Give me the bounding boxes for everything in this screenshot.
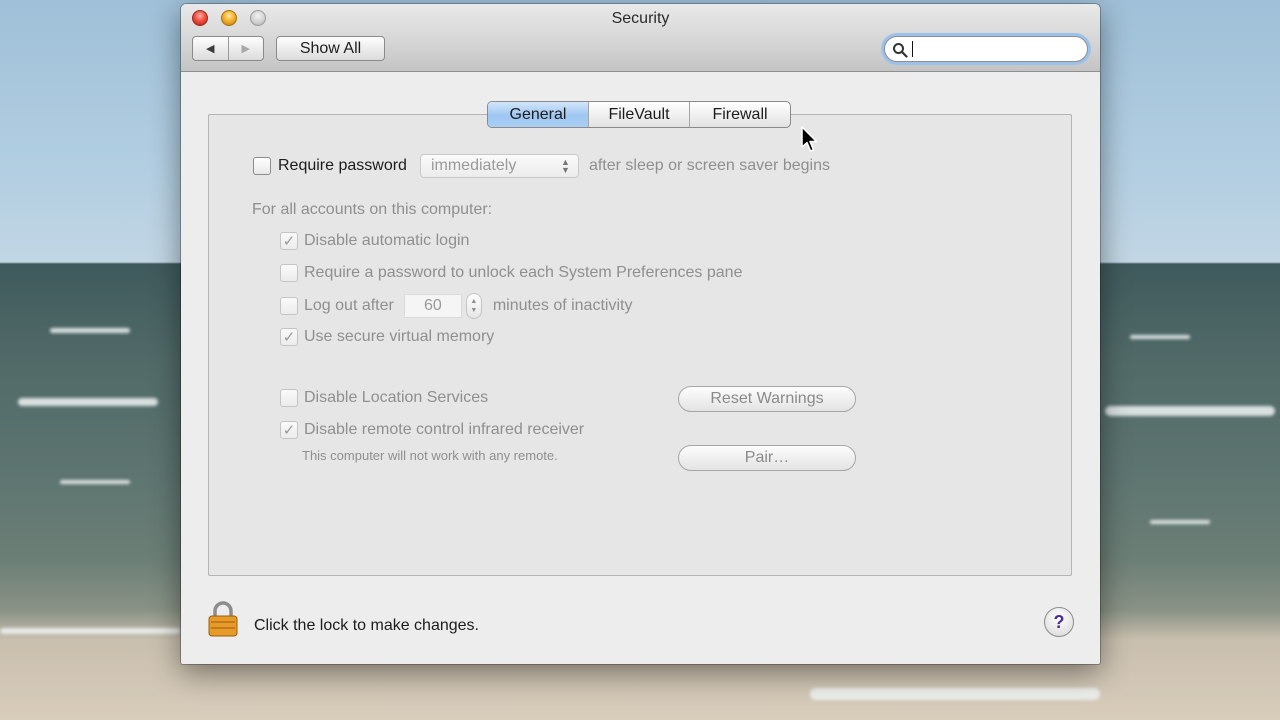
wave (810, 688, 1100, 700)
forward-arrow-icon: ▶ (241, 43, 250, 55)
logout-minutes-field[interactable]: 60 (403, 294, 462, 318)
search-input[interactable] (911, 40, 1081, 58)
secure-vm-label: Use secure virtual memory (304, 328, 495, 345)
back-button[interactable]: ◀ (193, 37, 228, 60)
logout-row: Log out after 60 ▲ ▼ minutes of inactivit… (280, 291, 632, 321)
disable-auto-login-label: Disable automatic login (304, 232, 470, 249)
require-password-row: Require password immediately ▲ ▼ after sl… (253, 154, 830, 178)
password-delay-value: immediately (430, 157, 517, 174)
reset-warnings-button[interactable]: Reset Warnings (678, 386, 856, 412)
require-password-prefs-checkbox[interactable] (280, 264, 298, 282)
text-caret (912, 41, 913, 57)
disable-location-checkbox[interactable] (280, 389, 298, 407)
require-password-prefs-label: Require a password to unlock each System… (304, 264, 743, 281)
mouse-pointer-icon (801, 126, 818, 152)
security-preferences-window: Security ◀ ▶ Show All General FileVault … (181, 4, 1100, 664)
wave (18, 398, 158, 406)
tab-general[interactable]: General (488, 102, 588, 127)
wave (1130, 335, 1190, 339)
ir-note: This computer will not work with any rem… (302, 447, 558, 463)
wave (50, 328, 130, 333)
secure-vm-checkbox[interactable]: ✓ (280, 328, 298, 346)
disable-ir-checkbox[interactable]: ✓ (280, 421, 298, 439)
back-arrow-icon: ◀ (206, 43, 215, 55)
disable-location-label: Disable Location Services (304, 389, 489, 406)
disable-auto-login-checkbox[interactable]: ✓ (280, 232, 298, 250)
logout-minutes-stepper[interactable]: ▲ ▼ (465, 293, 482, 319)
help-icon: ? (1053, 611, 1065, 632)
search-icon (893, 43, 908, 58)
lock-icon[interactable] (207, 601, 239, 637)
pair-button[interactable]: Pair… (678, 445, 856, 471)
disable-location-row: Disable Location Services (280, 387, 488, 409)
require-password-suffix: after sleep or screen saver begins (588, 157, 830, 174)
require-password-prefs-row: Require a password to unlock each System… (280, 262, 742, 284)
require-password-label: Require password (278, 157, 407, 174)
tab-bar: General FileVault Firewall (487, 101, 791, 128)
popup-arrows-icon: ▲ ▼ (561, 157, 570, 175)
title-bar[interactable]: Security ◀ ▶ Show All (181, 4, 1100, 72)
logout-suffix: minutes of inactivity (492, 297, 633, 314)
wave (1105, 406, 1275, 416)
lock-message: Click the lock to make changes. (254, 617, 479, 634)
disable-ir-label: Disable remote control infrared receiver (304, 421, 585, 438)
wave (1150, 520, 1210, 524)
wave (60, 480, 130, 484)
window-title: Security (611, 10, 670, 27)
disable-ir-row: ✓ Disable remote control infrared receiv… (280, 419, 584, 441)
secure-vm-row: ✓ Use secure virtual memory (280, 326, 494, 348)
logout-label: Log out after (304, 297, 394, 314)
search-field[interactable] (884, 36, 1088, 62)
back-forward-control: ◀ ▶ (192, 36, 264, 61)
show-all-button[interactable]: Show All (276, 36, 385, 61)
tab-filevault[interactable]: FileVault (588, 102, 689, 127)
forward-button[interactable]: ▶ (227, 37, 264, 60)
all-accounts-heading: For all accounts on this computer: (252, 201, 493, 218)
disable-auto-login-row: ✓ Disable automatic login (280, 230, 469, 252)
logout-checkbox[interactable] (280, 297, 298, 315)
wave (0, 628, 180, 634)
tab-firewall[interactable]: Firewall (689, 102, 790, 127)
password-delay-popup[interactable]: immediately ▲ ▼ (419, 154, 579, 178)
require-password-checkbox[interactable] (253, 157, 271, 175)
help-button[interactable]: ? (1044, 607, 1074, 637)
